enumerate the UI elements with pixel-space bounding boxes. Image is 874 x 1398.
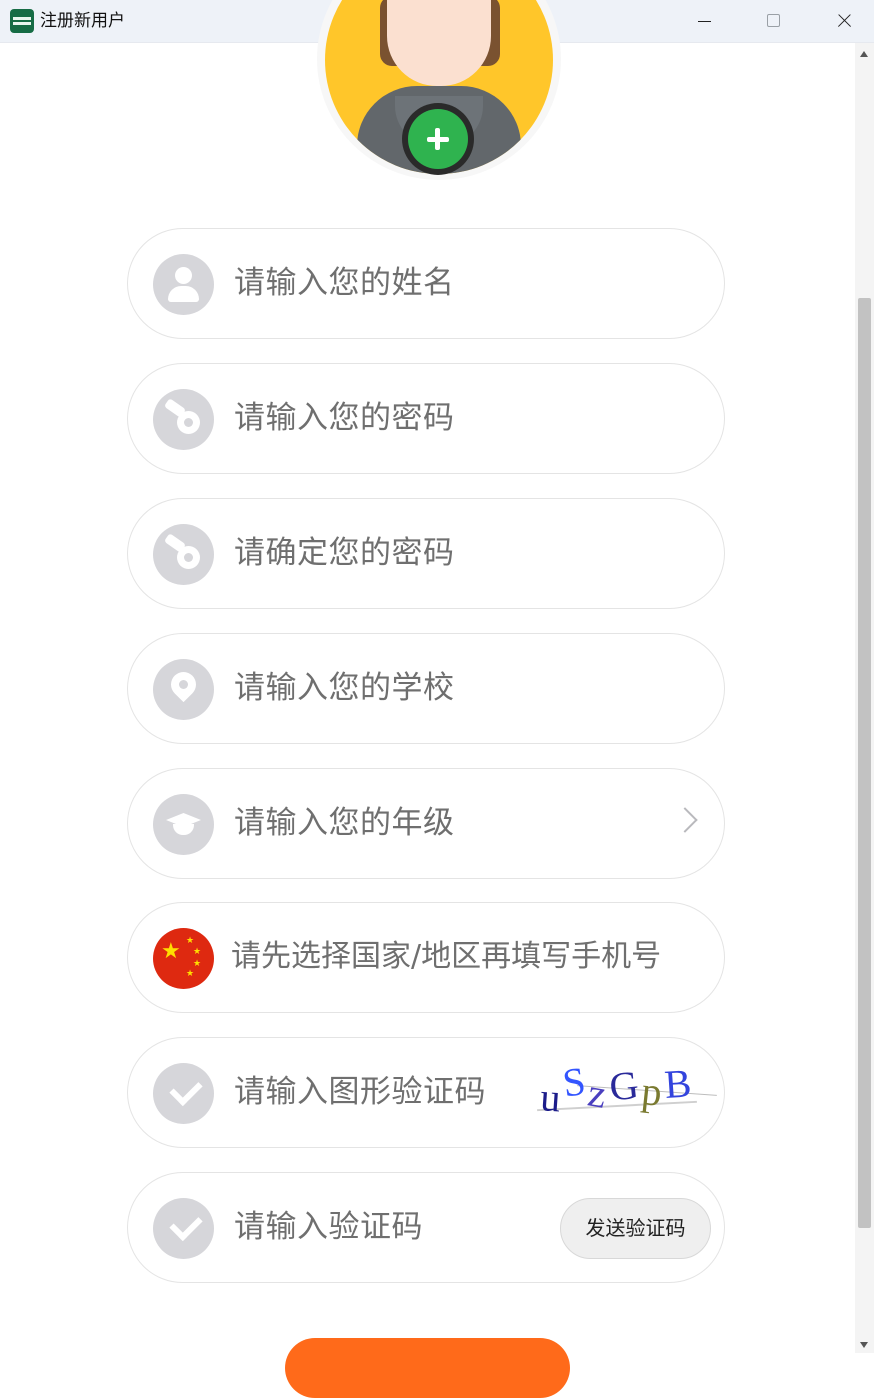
check-icon (153, 1063, 214, 1124)
grade-input[interactable]: 请输入您的年级 (234, 801, 455, 845)
minimize-button[interactable] (681, 0, 727, 42)
phone-field[interactable]: ★ ★ ★ ★ ★ 请先选择国家/地区再填写手机号 (127, 902, 725, 1013)
app-logo-icon (10, 9, 34, 33)
sms-code-input[interactable]: 请输入验证码 (234, 1205, 423, 1249)
confirm-password-field[interactable]: 请确定您的密码 (127, 498, 725, 609)
captcha-image[interactable]: uSzGpB (537, 1060, 727, 1126)
name-field[interactable]: 请输入您的姓名 (127, 228, 725, 339)
window-title: 注册新用户 (40, 11, 125, 31)
chevron-right-icon (672, 807, 698, 833)
school-input[interactable]: 请输入您的学校 (234, 666, 455, 710)
captcha-text: uSzGpB (538, 1060, 696, 1121)
confirm-password-input[interactable]: 请确定您的密码 (234, 531, 455, 575)
password-field[interactable]: 请输入您的密码 (127, 363, 725, 474)
user-icon (153, 254, 214, 315)
add-avatar-button[interactable] (402, 103, 474, 175)
school-field[interactable]: 请输入您的学校 (127, 633, 725, 744)
sms-code-field[interactable]: 请输入验证码 发送验证码 (127, 1172, 725, 1283)
name-input[interactable]: 请输入您的姓名 (234, 261, 455, 305)
close-button[interactable] (821, 0, 867, 42)
key-icon (153, 389, 214, 450)
password-input[interactable]: 请输入您的密码 (234, 396, 455, 440)
graduation-cap-icon (153, 794, 214, 855)
maximize-button[interactable] (750, 0, 796, 42)
china-flag-icon[interactable]: ★ ★ ★ ★ ★ (153, 928, 214, 989)
plus-icon (408, 109, 468, 169)
scroll-down-arrow-icon[interactable] (860, 1342, 868, 1348)
submit-button[interactable] (285, 1338, 570, 1398)
check-icon (153, 1198, 214, 1259)
scroll-thumb[interactable] (858, 298, 871, 1228)
phone-input[interactable]: 请先选择国家/地区再填写手机号 (231, 935, 661, 979)
scroll-up-arrow-icon[interactable] (860, 51, 868, 57)
avatar-face (387, 0, 491, 86)
grade-select[interactable]: 请输入您的年级 (127, 768, 725, 879)
send-code-button[interactable]: 发送验证码 (560, 1198, 711, 1259)
captcha-input[interactable]: 请输入图形验证码 (234, 1070, 486, 1114)
location-pin-icon (153, 659, 214, 720)
captcha-field[interactable]: 请输入图形验证码 uSzGpB (127, 1037, 725, 1148)
vertical-scrollbar[interactable] (855, 43, 874, 1353)
key-icon (153, 524, 214, 585)
